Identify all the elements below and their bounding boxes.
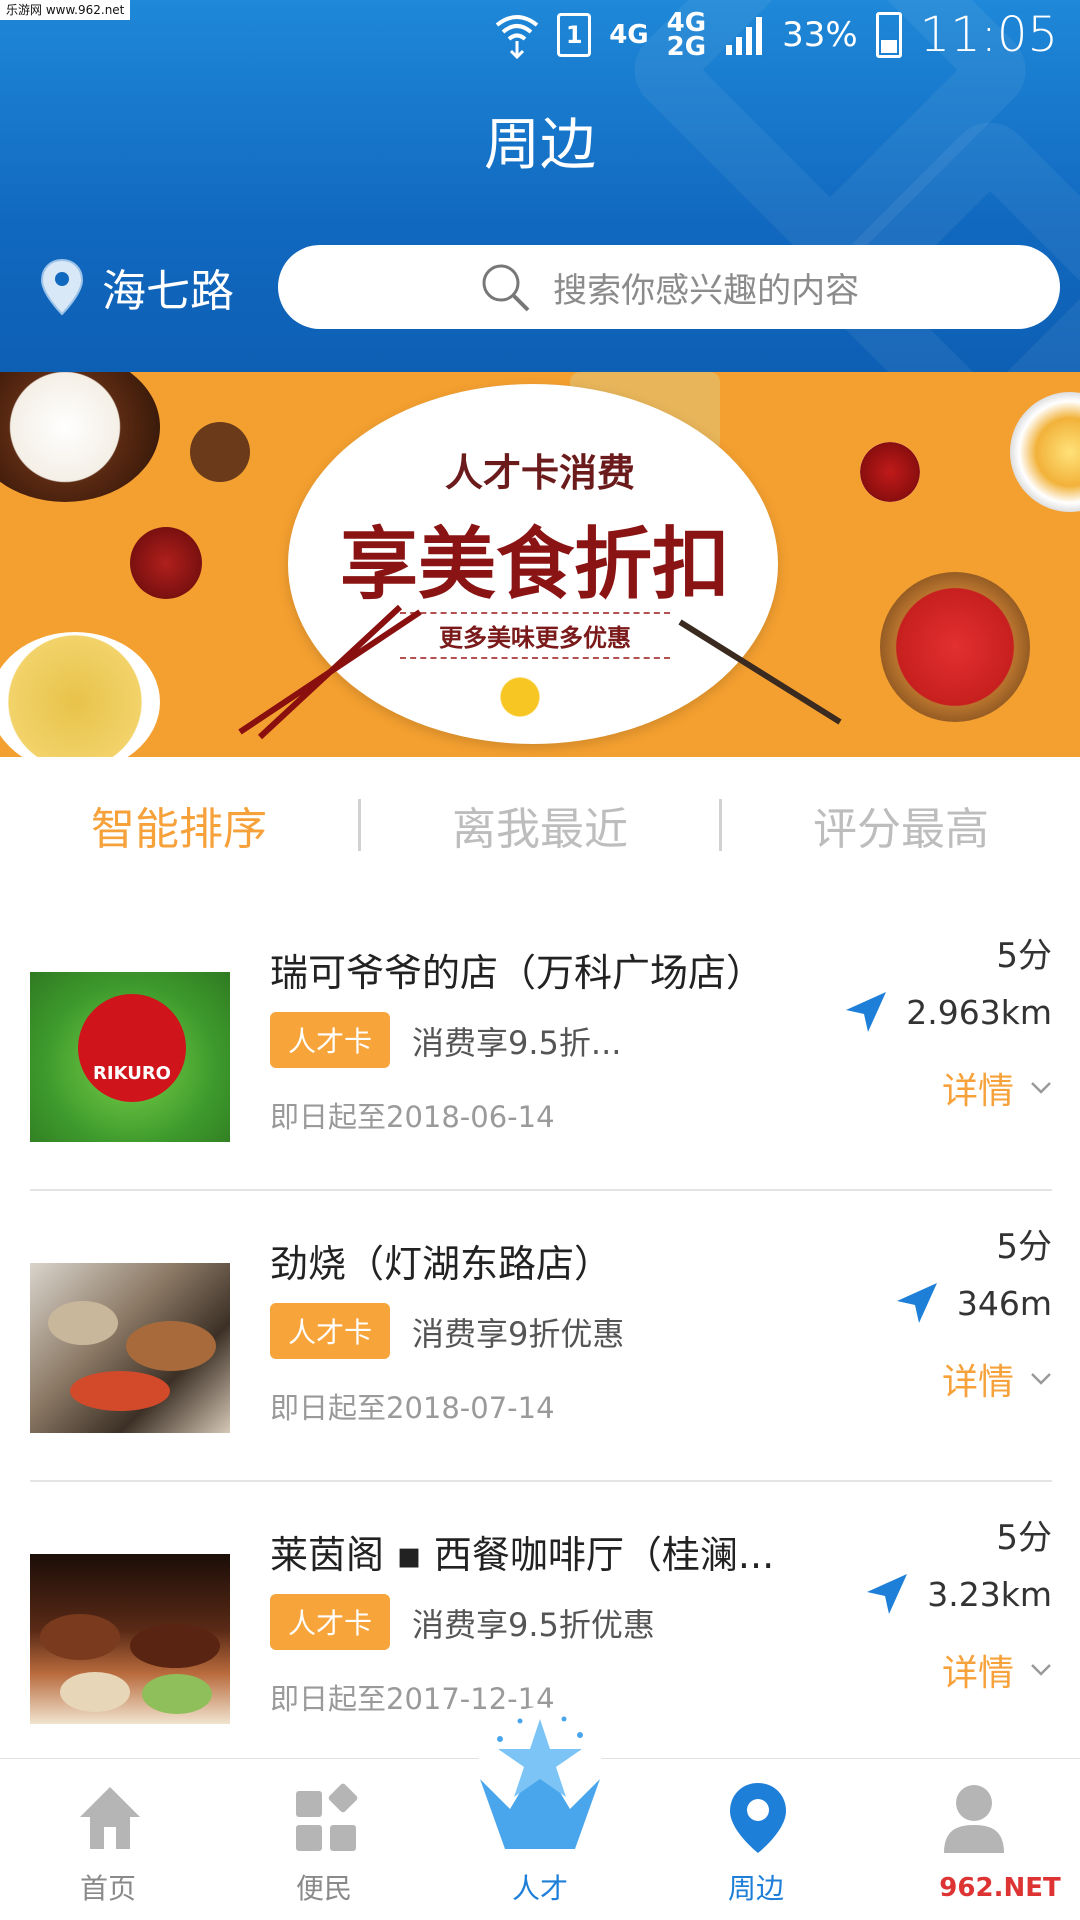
details-label: 详情 xyxy=(941,1071,1014,1112)
details-label: 详情 xyxy=(941,1653,1014,1694)
food-dish xyxy=(40,1614,120,1660)
food-dish xyxy=(48,1301,118,1345)
user-icon xyxy=(944,1785,1004,1853)
location-search-row: 海七路 搜索你感兴趣的内容 xyxy=(40,245,1060,329)
promo-text: 消费享9.5折... xyxy=(412,1024,622,1062)
distance: 346m xyxy=(895,1281,1052,1325)
merchant-logo: RIKURO xyxy=(78,994,186,1102)
valid-date: 即日起至2018-07-14 xyxy=(270,1391,555,1425)
details-toggle[interactable]: 详情 xyxy=(942,1062,1052,1114)
distance: 2.963km xyxy=(844,990,1052,1034)
food-dish xyxy=(126,1321,216,1371)
nav-talent[interactable]: 人才 xyxy=(460,1707,620,1920)
banner-subtitle: 更多美味更多优惠 xyxy=(400,612,670,659)
rating-score: 5分 xyxy=(996,1518,1052,1558)
rating-score: 5分 xyxy=(996,1227,1052,1267)
sim-icon: 1 xyxy=(557,13,592,57)
battery-icon xyxy=(875,12,902,58)
nav-services[interactable]: 便民 xyxy=(244,1759,404,1920)
card-badge: 人才卡 xyxy=(270,1012,390,1068)
nav-nearby[interactable]: 周边 xyxy=(676,1759,836,1920)
merchant-thumbnail xyxy=(30,1554,230,1724)
chopsticks-icon xyxy=(238,604,422,740)
banner-egg xyxy=(470,652,570,742)
food-dish xyxy=(142,1674,212,1714)
location-pin-icon xyxy=(730,1783,786,1853)
nav-label: 首页 xyxy=(79,1872,136,1905)
wifi-icon xyxy=(495,15,539,59)
location-label: 海七路 xyxy=(102,266,234,317)
banner-dish xyxy=(130,527,202,599)
navigation-arrow-icon xyxy=(867,1574,908,1614)
fork-icon xyxy=(678,619,842,725)
card-badge: 人才卡 xyxy=(270,1303,390,1359)
network-indicator: 4G xyxy=(609,20,649,50)
nav-label: 便民 xyxy=(295,1872,352,1905)
distance-value: 2.963km xyxy=(906,992,1052,1032)
tab-top-rated[interactable]: 评分最高 xyxy=(722,793,1080,857)
merchant-list: RIKURO 瑞可爷爷的店（万科广场店） 人才卡 消费享9.5折... 即日起至… xyxy=(30,900,1052,1773)
nav-home[interactable]: 首页 xyxy=(28,1759,188,1920)
tab-nearest[interactable]: 离我最近 xyxy=(361,793,719,857)
valid-date: 即日起至2018-06-14 xyxy=(270,1100,555,1134)
food-dish xyxy=(60,1672,130,1712)
banner-dish xyxy=(0,372,160,502)
battery-percent: 33% xyxy=(782,15,858,55)
distance-value: 346m xyxy=(956,1283,1052,1323)
tab-smart-sort[interactable]: 智能排序 xyxy=(0,793,358,857)
home-icon xyxy=(80,1787,140,1849)
banner-dish xyxy=(880,572,1030,722)
distance: 3.23km xyxy=(865,1572,1052,1616)
food-dish xyxy=(130,1624,220,1668)
banner-dish xyxy=(1010,392,1080,512)
details-toggle[interactable]: 详情 xyxy=(942,1353,1052,1405)
watermark-text: 乐游网 www.962.net xyxy=(0,0,131,20)
network-indicator: 4G 2G xyxy=(666,8,707,62)
list-item[interactable]: RIKURO 瑞可爷爷的店（万科广场店） 人才卡 消费享9.5折... 即日起至… xyxy=(30,900,1052,1191)
clock: 11:05 xyxy=(919,7,1058,63)
search-input[interactable]: 搜索你感兴趣的内容 xyxy=(278,245,1060,329)
merchant-title: 瑞可爷爷的店（万科广场店） xyxy=(270,951,765,995)
distance-value: 3.23km xyxy=(927,1574,1052,1614)
location-pin-icon xyxy=(40,258,84,316)
banner-dish xyxy=(0,632,160,757)
merchant-thumbnail xyxy=(30,1263,230,1433)
navigation-arrow-icon xyxy=(846,992,887,1032)
banner-dish xyxy=(860,442,920,502)
chevron-down-icon xyxy=(1031,1664,1051,1676)
banner-dish xyxy=(190,422,250,482)
promo-text: 消费享9折优惠 xyxy=(412,1315,625,1353)
bottom-nav: 首页 便民 人才 周边 我的 xyxy=(0,1707,1080,1920)
details-toggle[interactable]: 详情 xyxy=(942,1644,1052,1696)
promo-banner[interactable]: 人才卡消费 享美食折扣 更多美味更多优惠 xyxy=(0,372,1080,757)
nav-label: 人才 xyxy=(511,1872,568,1905)
page-title: 周边 xyxy=(484,113,596,178)
details-label: 详情 xyxy=(941,1362,1014,1403)
search-icon xyxy=(482,264,530,312)
grid-icon xyxy=(296,1783,358,1851)
promo-text: 消费享9.5折优惠 xyxy=(412,1606,655,1644)
navigation-arrow-icon xyxy=(896,1283,937,1323)
merchant-title: 莱茵阁 ▪ 西餐咖啡厅（桂澜... xyxy=(270,1533,775,1577)
rating-score: 5分 xyxy=(996,936,1052,976)
search-placeholder: 搜索你感兴趣的内容 xyxy=(553,270,860,311)
banner-heading: 人才卡消费 xyxy=(444,451,635,495)
food-dish xyxy=(70,1371,170,1411)
chevron-down-icon xyxy=(1031,1082,1051,1094)
star-crown-icon xyxy=(478,1707,602,1849)
location-selector[interactable]: 海七路 xyxy=(40,255,256,319)
chevron-down-icon xyxy=(1031,1373,1051,1385)
header: 乐游网 www.962.net 1 4G 4G 2G 33% 11:05 周边 xyxy=(0,0,1080,372)
merchant-title: 劲烧（灯湖东路店） xyxy=(270,1242,613,1286)
signal-icon xyxy=(726,17,763,55)
nav-label: 周边 xyxy=(727,1872,784,1905)
card-badge: 人才卡 xyxy=(270,1594,390,1650)
list-item[interactable]: 劲烧（灯湖东路店） 人才卡 消费享9折优惠 即日起至2018-07-14 5分 … xyxy=(30,1191,1052,1482)
status-bar: 1 4G 4G 2G 33% 11:05 xyxy=(495,7,1058,63)
merchant-thumbnail: RIKURO xyxy=(30,972,230,1142)
banner-title: 享美食折扣 xyxy=(339,519,730,610)
sort-tabs: 智能排序 离我最近 评分最高 xyxy=(0,760,1080,890)
site-watermark-logo: 962.NET xyxy=(930,1864,1070,1912)
